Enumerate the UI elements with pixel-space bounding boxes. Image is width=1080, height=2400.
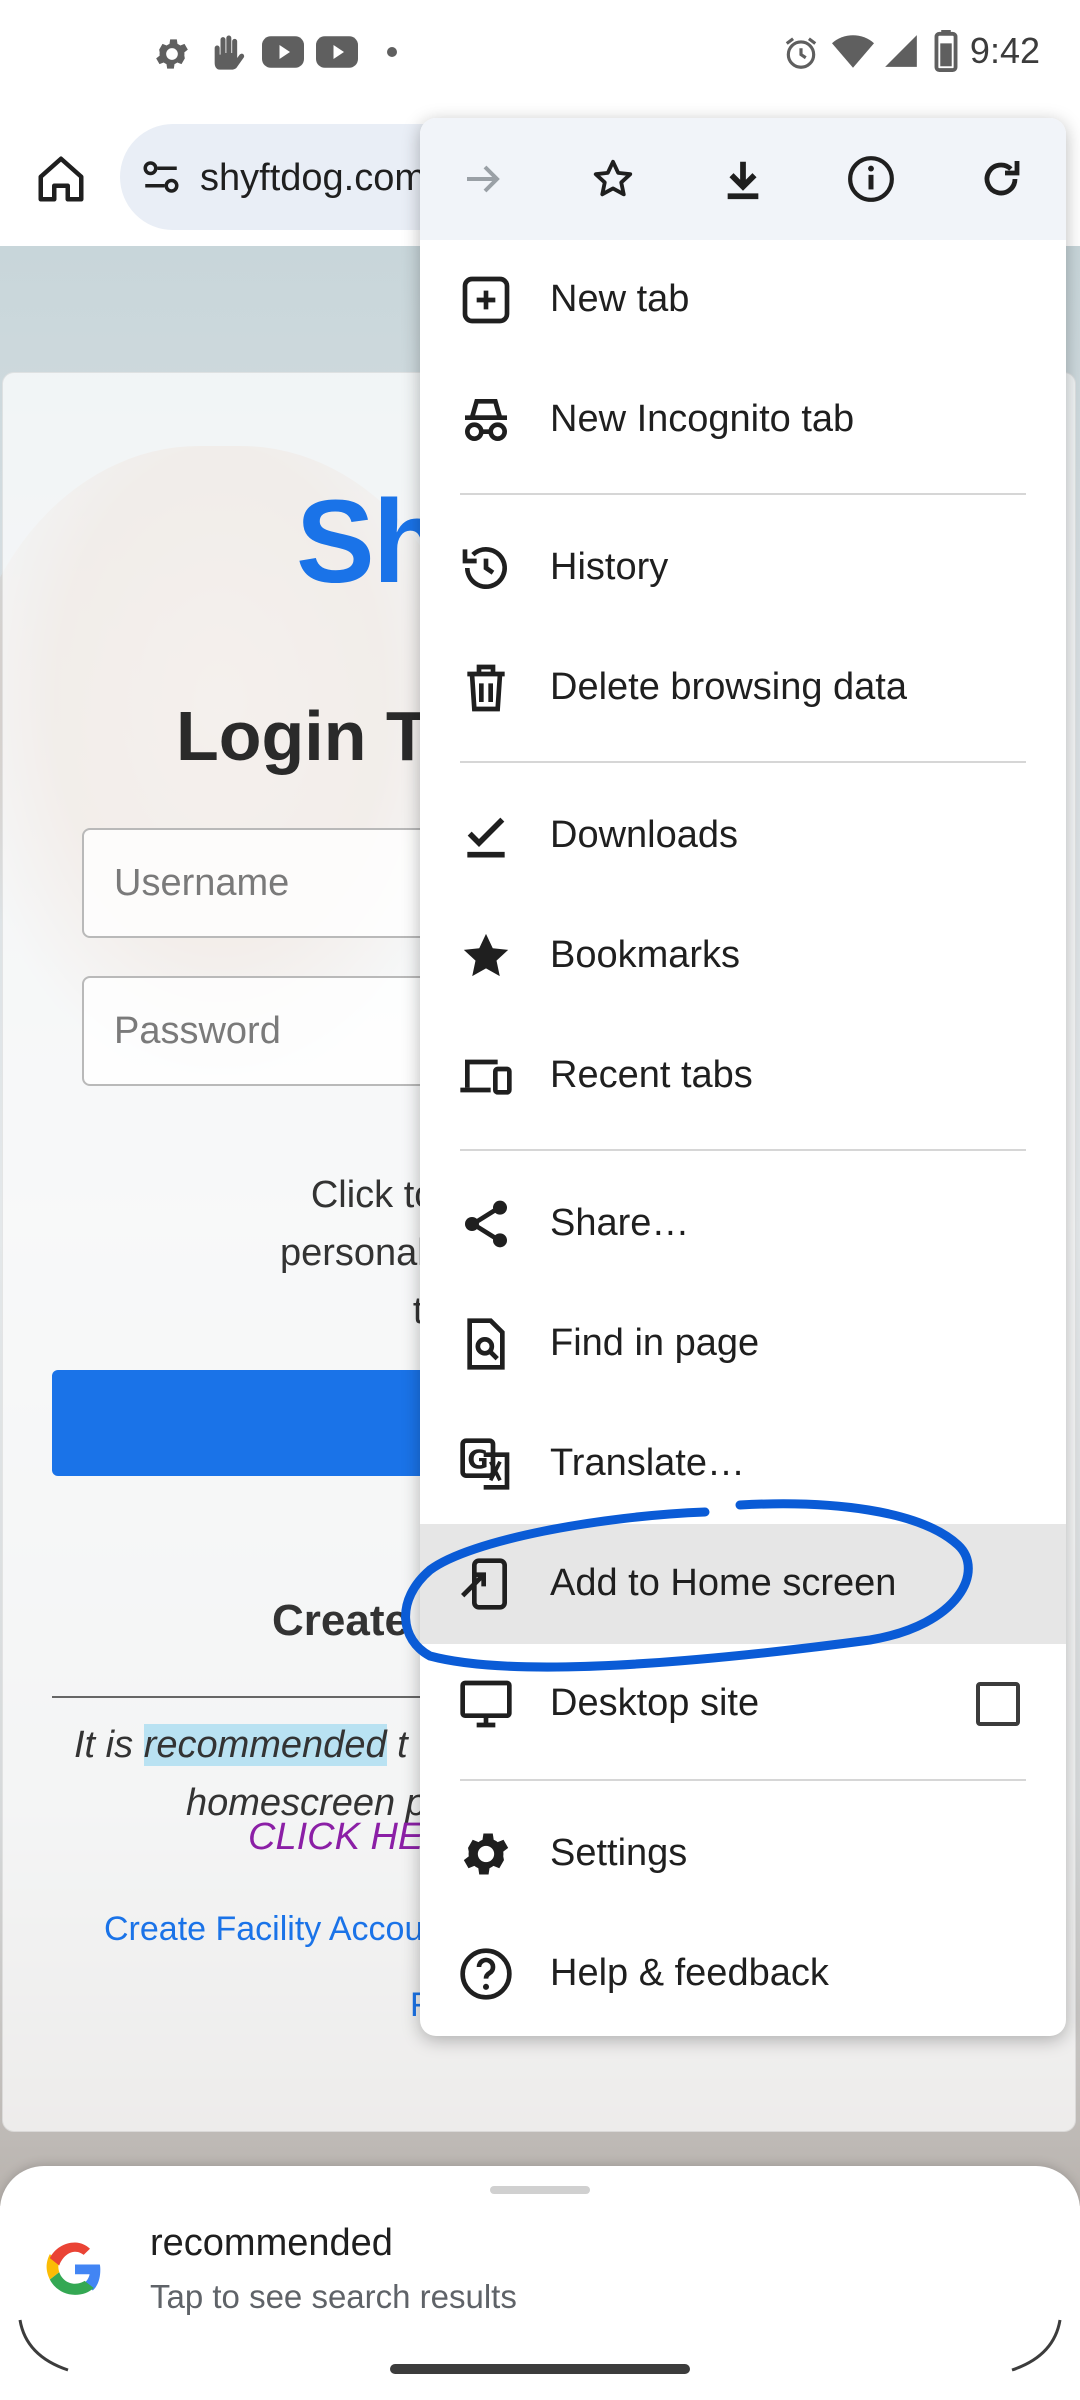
alarm-icon [785,37,817,69]
search-subtitle: Tap to see search results [150,2278,517,2315]
menu-item-label: Help & feedback [550,1952,829,1994]
menu-item-label: New tab [550,278,690,320]
desktop-site-checkbox[interactable] [976,1682,1020,1726]
menu-item-label: Bookmarks [550,934,741,976]
hand-icon [214,35,245,70]
menu-separator [460,493,1026,495]
home-icon[interactable] [34,152,88,206]
download-icon[interactable] [710,146,776,212]
search-query: recommended [150,2222,393,2264]
menu-item-label: New Incognito tab [550,398,855,440]
menu-icon-row [420,118,1066,240]
menu-item-downloads[interactable]: Downloads [420,776,1066,896]
menu-item-recent-tabs[interactable]: Recent tabs [420,1016,1066,1136]
url-text[interactable]: shyftdog.com [200,157,426,200]
click-here-link[interactable]: CLICK HE [248,1816,423,1859]
password-placeholder: Password [114,1010,281,1052]
gear-icon [463,1833,509,1875]
menu-item-find-in-page[interactable]: Find in page [420,1284,1066,1404]
help-icon [460,1948,512,2000]
star-icon [463,933,509,977]
download-check-icon [467,817,505,858]
battery-icon [934,30,958,72]
rec-suffix: t [386,1724,408,1766]
refresh-icon[interactable] [968,146,1034,212]
clock: 9:42 [969,30,1040,71]
menu-item-new-incognito-tab[interactable]: New Incognito tab [420,360,1066,480]
devices-icon [460,1059,512,1095]
wifi-icon [832,35,874,68]
corner-right [1011,2319,1062,2372]
menu-item-label: Translate… [550,1442,745,1484]
username-placeholder: Username [114,862,290,904]
star-outline-icon[interactable] [580,146,646,212]
signal-icon [885,35,917,67]
menu-item-label: Delete browsing data [550,666,907,708]
menu-item-label: Find in page [550,1322,760,1364]
status-bar: 9:42 [0,0,1080,108]
menu-item-label: Share… [550,1202,690,1244]
menu-item-label: Add to Home screen [550,1562,897,1604]
new-tab-icon [462,276,510,324]
tune-icon[interactable] [140,156,182,198]
menu-item-bookmarks[interactable]: Bookmarks [420,896,1066,1016]
youtube-icon [316,36,358,68]
overflow-menu: New tab New Incognito tab History Delete… [420,118,1066,2036]
dot-icon [387,47,397,57]
create-heading: Create [272,1596,409,1645]
share-icon [465,1200,507,1248]
menu-item-help-feedback[interactable]: Help & feedback [420,1914,1066,2034]
menu-item-translate[interactable]: G Translate… [420,1404,1066,1524]
gear-icon [156,39,188,69]
menu-item-label: History [550,546,669,588]
menu-separator [460,1779,1026,1781]
menu-item-label: Recent tabs [550,1054,753,1096]
info-icon[interactable] [838,146,904,212]
menu-item-new-tab[interactable]: New tab [420,240,1066,360]
menu-separator [460,1149,1026,1151]
menu-item-history[interactable]: History [420,508,1066,628]
menu-item-label: Downloads [550,814,738,856]
gesture-nav-bar[interactable] [390,2364,690,2374]
desktop-icon [460,1680,512,1728]
translate-icon: G [460,1438,510,1490]
menu-item-delete-browsing-data[interactable]: Delete browsing data [420,628,1066,748]
rec-prefix: It is [74,1724,144,1766]
menu-item-share[interactable]: Share… [420,1164,1066,1284]
menu-item-settings[interactable]: Settings [420,1794,1066,1914]
menu-item-add-to-home-screen[interactable]: Add to Home screen [420,1524,1066,1644]
add-to-home-icon [461,1558,507,1610]
incognito-icon [465,399,507,441]
search-bottom-sheet[interactable]: recommended Tap to see search results [0,2166,1080,2400]
menu-item-label: Settings [550,1832,688,1874]
rec-highlight: recommended [143,1724,387,1766]
menu-item-desktop-site[interactable]: Desktop site [420,1644,1066,1764]
menu-separator [460,761,1026,763]
create-facility-link[interactable]: Create Facility Accou [104,1910,423,1949]
trash-icon [467,664,505,712]
find-icon [467,1318,505,1370]
sheet-handle[interactable] [490,2186,590,2194]
history-icon [462,547,507,589]
youtube-icon [262,36,304,68]
corner-left [18,2319,69,2372]
menu-item-label: Desktop site [550,1682,760,1724]
svg-text:G: G [467,1446,488,1476]
google-logo-icon [46,2242,101,2295]
forward-icon[interactable] [450,146,516,212]
